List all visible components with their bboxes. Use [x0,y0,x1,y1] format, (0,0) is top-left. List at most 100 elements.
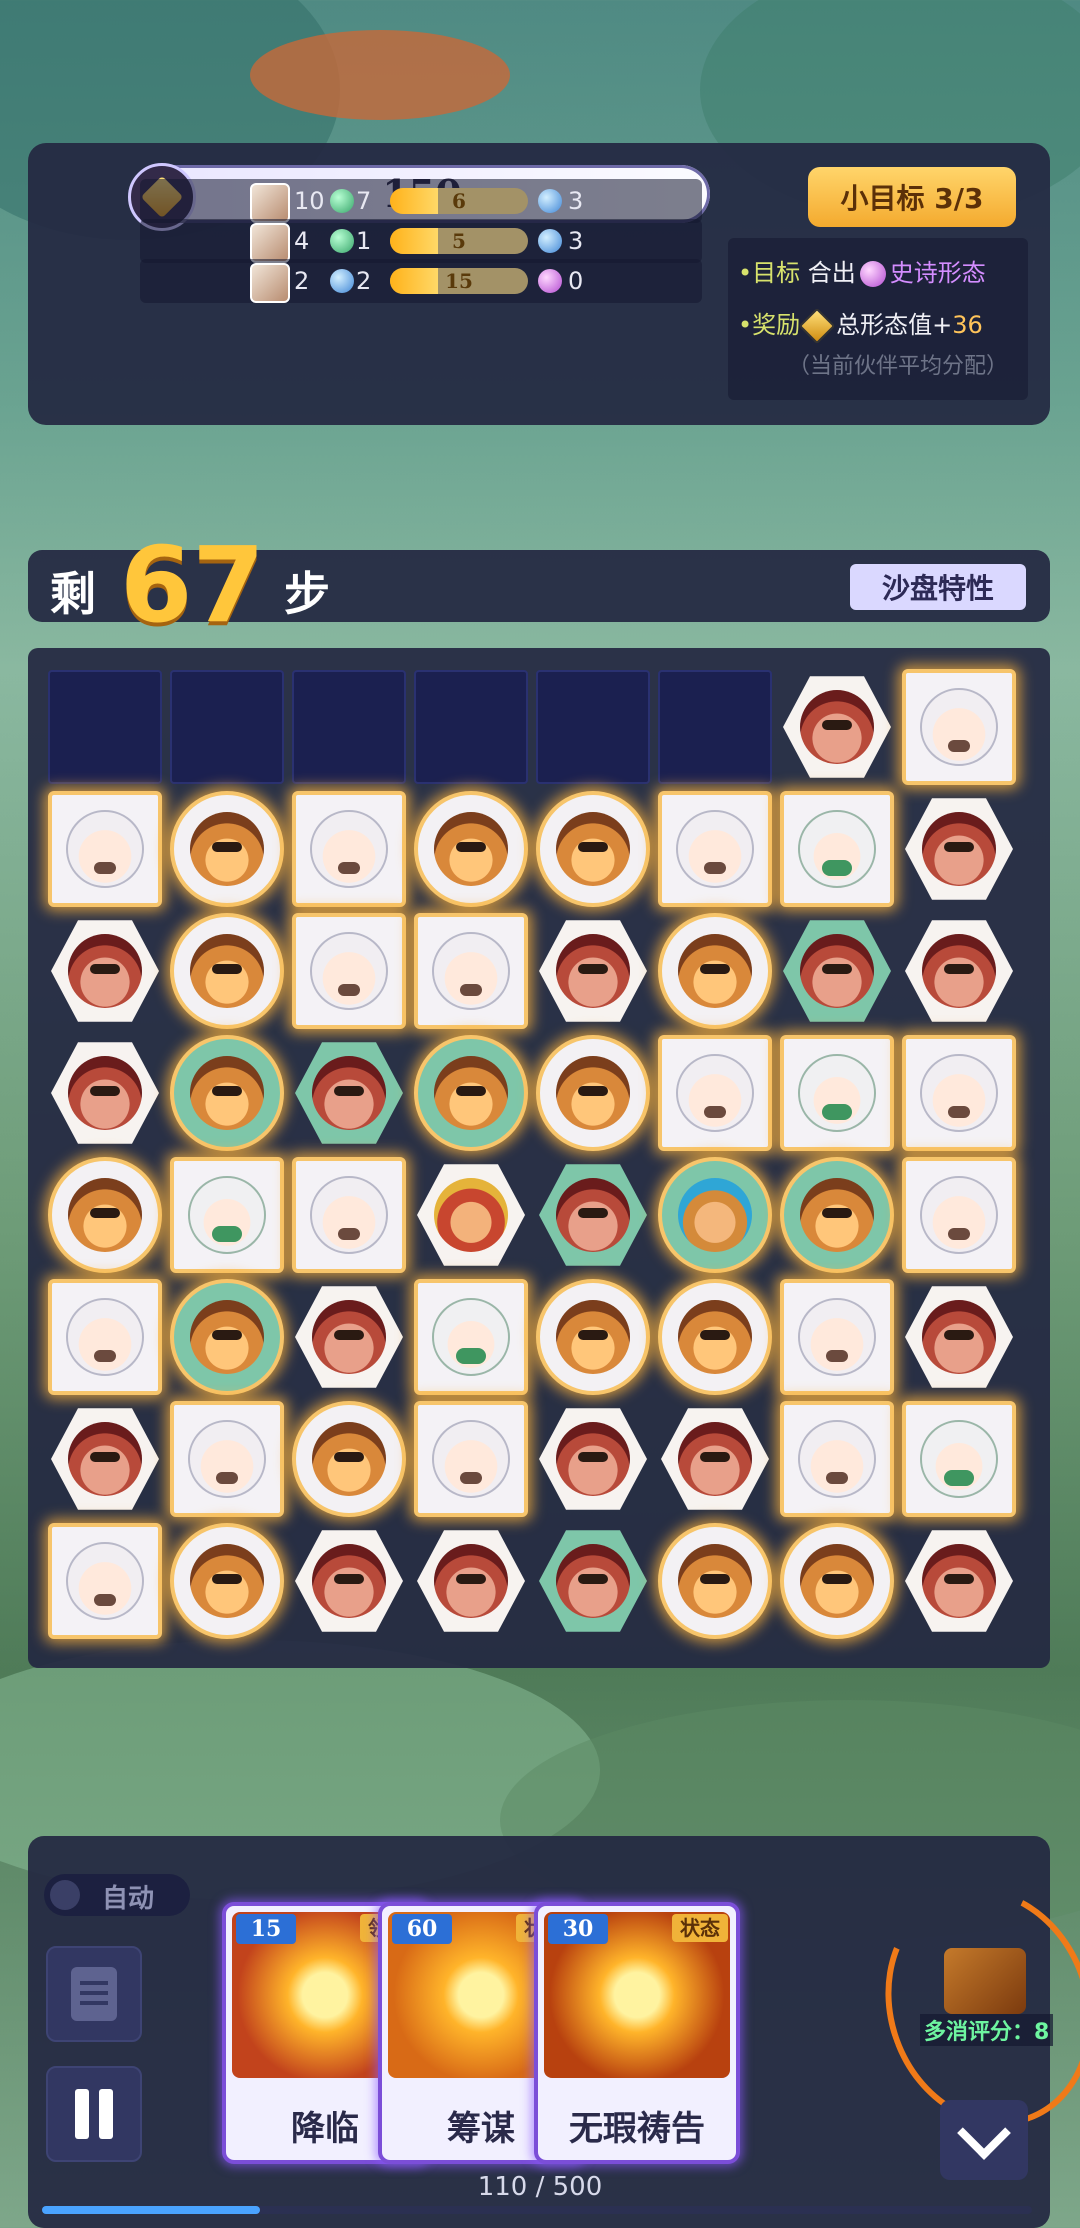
board-tile[interactable] [780,1279,894,1395]
board-tile[interactable] [902,792,1016,906]
goal-reward-text: 总形态值+ [836,311,953,339]
board-tile[interactable] [414,791,528,907]
board-tile[interactable] [658,1523,772,1639]
board-tile[interactable] [780,670,894,784]
orb-count: 3 [568,187,584,215]
board-tile[interactable] [658,791,772,907]
board-tile[interactable] [658,1157,772,1273]
board-tile[interactable] [780,1523,894,1639]
auto-toggle[interactable]: 自动 [44,1874,190,1916]
board-tile[interactable] [48,1279,162,1395]
board-tile[interactable] [292,1036,406,1150]
hex-tile [295,1042,403,1144]
circle-tile [170,1523,284,1639]
board-tile[interactable] [536,1279,650,1395]
sandbox-traits-button[interactable]: 沙盘特性 [850,564,1026,610]
orange-character-icon [678,934,752,1008]
board-tile[interactable] [780,914,894,1028]
multi-score-widget[interactable]: 多消评分：8 [888,1948,1080,2068]
small-goal-button[interactable]: 小目标 3/3 [808,167,1016,227]
hex-tile [539,1530,647,1632]
board-tile[interactable] [414,1401,528,1517]
orange-character-icon [800,1544,874,1618]
board-tile[interactable] [292,913,406,1029]
board-tile[interactable] [292,1401,406,1517]
skill-card[interactable]: 30 状态 无瑕祷告 [534,1902,740,2164]
board-tile[interactable] [536,914,650,1028]
pause-button[interactable] [46,2066,142,2162]
orange-character-icon [678,1300,752,1374]
board-tile[interactable] [292,1157,406,1273]
board-tile[interactable] [780,1401,894,1517]
board-tile[interactable] [780,1157,894,1273]
empty-cell[interactable] [658,670,772,784]
board-tile[interactable] [170,1523,284,1639]
board-tile[interactable] [414,1279,528,1395]
board-tile[interactable] [170,1401,284,1517]
red-character-icon [922,812,996,886]
empty-cell[interactable] [292,670,406,784]
empty-cell[interactable] [414,670,528,784]
square-tile [902,669,1016,785]
board-tile[interactable] [48,1402,162,1516]
partner-row: 4 1 5 3 [140,219,702,263]
board-tile[interactable] [170,1157,284,1273]
board-tile[interactable] [536,1524,650,1638]
board-tile[interactable] [536,1158,650,1272]
white-character-icon [310,810,388,888]
goal-panel: 150 小目标 3/3 10763415322150 •目标 合出史诗形态 •奖… [28,143,1050,425]
board-tile[interactable] [780,791,894,907]
orange-character-icon [556,812,630,886]
purple-orb-icon [538,269,562,293]
board-tile[interactable] [292,1524,406,1638]
board-tile[interactable] [902,1035,1016,1151]
log-button[interactable] [46,1946,142,2042]
board-tile[interactable] [414,913,528,1029]
board-tile[interactable] [414,1524,528,1638]
board-tile[interactable] [658,1035,772,1151]
orange-character-icon [434,1056,508,1130]
board-tile[interactable] [292,1280,406,1394]
empty-cell[interactable] [536,670,650,784]
empty-cell[interactable] [48,670,162,784]
board-tile[interactable] [48,914,162,1028]
board-tile[interactable] [170,1279,284,1395]
board-tile[interactable] [170,913,284,1029]
multi-score-label: 多消评分：8 [920,2014,1054,2046]
square-tile [292,1157,406,1273]
empty-cell[interactable] [170,670,284,784]
board-tile[interactable] [780,1035,894,1151]
board-tile[interactable] [536,1035,650,1151]
board-tile[interactable] [170,791,284,907]
board-tile[interactable] [536,791,650,907]
board-tile[interactable] [902,914,1016,1028]
board-tile[interactable] [902,669,1016,785]
partner-row: 10 7 6 3 [140,179,702,223]
board-tile[interactable] [48,1157,162,1273]
board-tile[interactable] [48,791,162,907]
board-tile[interactable] [414,1158,528,1272]
board-tile[interactable] [658,1402,772,1516]
partner-avatar [250,263,290,303]
board-tile[interactable] [658,1279,772,1395]
board-tile[interactable] [658,913,772,1029]
white-character-icon [798,1298,876,1376]
expand-button[interactable] [940,2100,1028,2180]
white-character-icon [920,1176,998,1254]
board-tile[interactable] [902,1524,1016,1638]
board-tile[interactable] [414,1035,528,1151]
circle-tile [292,1401,406,1517]
red-character-icon [556,934,630,1008]
board-tile[interactable] [48,1523,162,1639]
board-tile[interactable] [902,1280,1016,1394]
sage-character-icon [920,1420,998,1498]
board-tile[interactable] [48,1036,162,1150]
hex-tile [417,1164,525,1266]
circle-tile [780,1523,894,1639]
board-tile[interactable] [902,1401,1016,1517]
board-tile[interactable] [902,1157,1016,1273]
board-tile[interactable] [292,791,406,907]
board-tile[interactable] [170,1035,284,1151]
board-tile[interactable] [536,1402,650,1516]
partner-avatar [250,223,290,263]
